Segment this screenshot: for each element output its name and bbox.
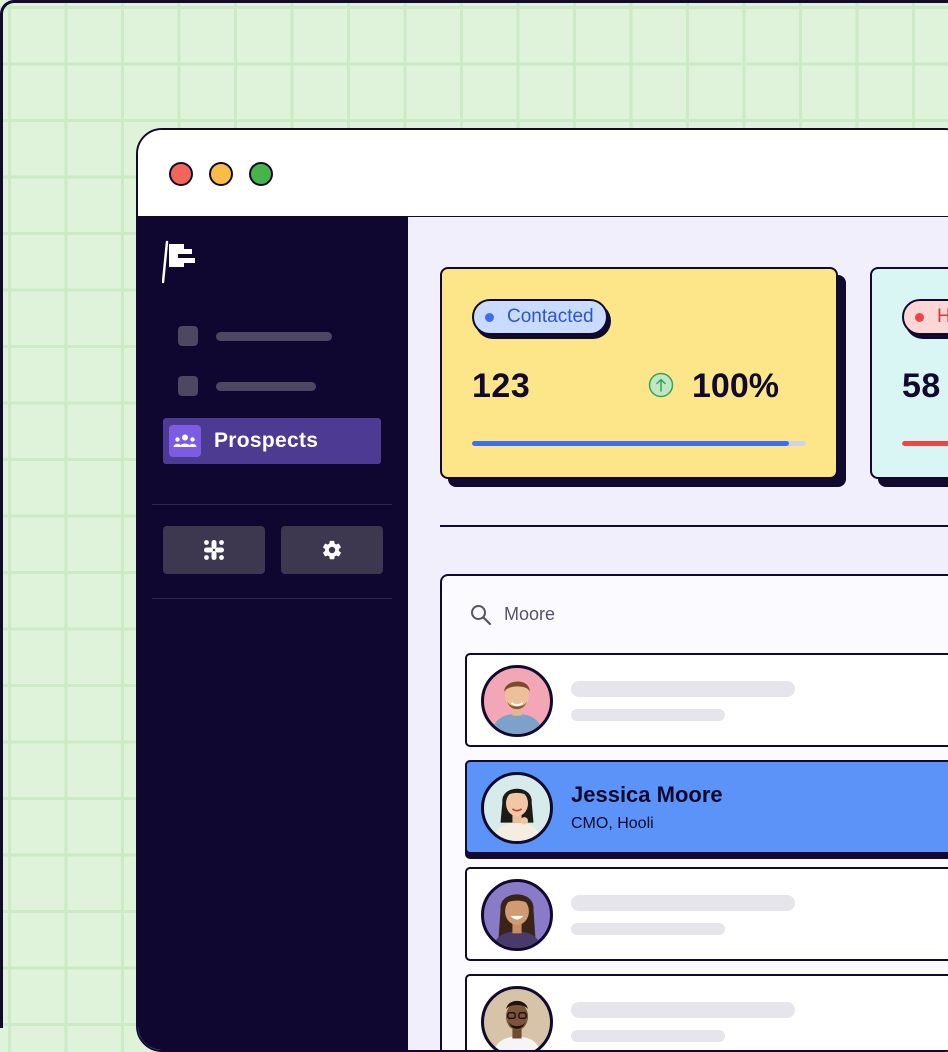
gear-icon [323, 540, 341, 560]
stat-change: 100% [692, 367, 779, 405]
main-content: Contacted 123 100% H 58 [408, 216, 948, 1050]
nav-item-placeholder[interactable] [178, 376, 378, 396]
name-placeholder [571, 1002, 795, 1018]
avatar [481, 986, 553, 1050]
sidebar-item-prospects[interactable]: Prospects [163, 418, 381, 464]
avatar [481, 665, 553, 737]
app-window: Prospects Contacted 123 100% 58 Moore Je… [136, 128, 948, 1052]
stat-value: 58 [902, 367, 941, 405]
stat-progress-fill [902, 441, 948, 446]
stat-progress-bar [902, 441, 948, 446]
app-logo-icon [162, 240, 195, 284]
avatar [481, 772, 553, 844]
sidebar-divider [152, 598, 392, 599]
stat-value: 123 [472, 367, 531, 405]
window-titlebar [138, 130, 948, 216]
contact-row[interactable] [465, 974, 948, 1050]
search-input[interactable]: Moore [504, 604, 555, 625]
settings-button[interactable] [281, 526, 383, 574]
name-placeholder [571, 681, 795, 697]
nav-item-icon [178, 376, 198, 396]
sidebar-divider [152, 504, 392, 505]
status-pill-label: H [937, 306, 948, 328]
status-dot [485, 312, 494, 322]
status-pill: H [902, 299, 948, 335]
subtitle-placeholder [571, 709, 725, 721]
minimize-window-button[interactable] [209, 162, 233, 186]
subtitle-placeholder [571, 1030, 725, 1042]
contact-row[interactable] [465, 867, 948, 961]
contact-title: CMO, Hooli [571, 815, 654, 832]
people-group-icon [169, 425, 201, 457]
nav-item-label-placeholder [216, 332, 332, 341]
nav-item-placeholder[interactable] [178, 326, 378, 346]
nav-item-icon [178, 326, 198, 346]
contact-name: Jessica Moore [571, 782, 723, 807]
section-divider [440, 525, 948, 527]
nav-item-label-placeholder [216, 382, 316, 391]
maximize-window-button[interactable] [249, 162, 273, 186]
contact-row[interactable] [465, 653, 948, 747]
close-window-button[interactable] [169, 162, 193, 186]
stat-progress-fill [472, 441, 790, 446]
name-placeholder [571, 895, 795, 911]
slack-button[interactable] [163, 526, 265, 574]
contact-row-selected[interactable]: Jessica Moore CMO, Hooli [465, 760, 948, 854]
avatar [481, 879, 553, 951]
stat-card-contacted[interactable]: Contacted 123 100% [440, 267, 838, 479]
status-pill: Contacted [472, 299, 608, 335]
status-pill-label: Contacted [507, 306, 594, 327]
contacts-panel: Moore Jessica Moore CMO, Hooli [440, 574, 948, 1050]
arrow-up-circle-icon [648, 372, 674, 398]
sidebar-item-label: Prospects [214, 429, 319, 452]
stat-progress-bar [472, 441, 806, 446]
status-dot [915, 312, 924, 322]
sidebar: Prospects [138, 216, 408, 1050]
search-icon [471, 605, 492, 626]
stat-card-second[interactable]: H 58 [870, 267, 948, 479]
slack-icon [204, 540, 224, 560]
subtitle-placeholder [571, 923, 725, 935]
